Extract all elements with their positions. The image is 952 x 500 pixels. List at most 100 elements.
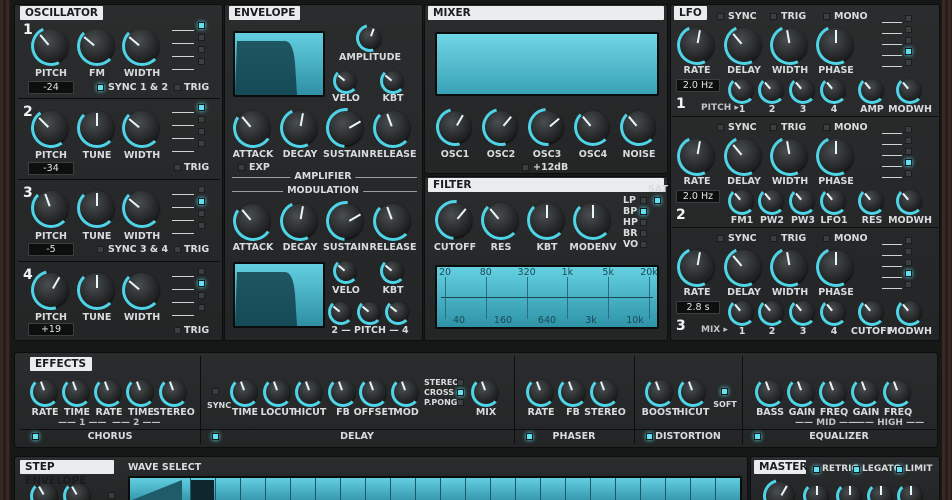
lfo-random-icon[interactable] — [882, 58, 902, 67]
mod-envelope-display[interactable] — [233, 262, 325, 328]
osc2-wave1-led[interactable] — [198, 104, 205, 111]
mod-velo-knob[interactable] — [336, 261, 356, 281]
lfo-rate-knob[interactable] — [680, 28, 714, 62]
limit-led[interactable] — [896, 466, 903, 473]
mod-attack-knob[interactable] — [236, 204, 270, 238]
step-led[interactable] — [108, 492, 115, 499]
delay-mode-led[interactable] — [457, 389, 464, 396]
mixer-osc1-knob[interactable] — [439, 111, 471, 143]
osc3-width-knob[interactable] — [125, 191, 159, 225]
osc2-trig-led[interactable] — [174, 164, 181, 171]
osc3-noise-icon[interactable] — [172, 223, 194, 234]
lfo-sync-led[interactable] — [717, 235, 724, 242]
master-knob-4[interactable] — [870, 485, 892, 500]
osc4-wave2-led[interactable] — [198, 280, 205, 287]
osc4-tune-knob[interactable] — [80, 273, 114, 307]
lfo-random-led[interactable] — [905, 281, 912, 288]
lfo-tri-led[interactable] — [905, 248, 912, 255]
lfo-tri-led[interactable] — [905, 26, 912, 33]
lfo-delay-knob[interactable] — [727, 139, 761, 173]
osc3-wave4-led[interactable] — [198, 222, 205, 229]
lfo-tri-icon[interactable] — [882, 136, 902, 145]
effects-chorus-enable-led[interactable] — [32, 433, 39, 440]
osc2-wave4-led[interactable] — [198, 140, 205, 147]
osc3-tune-knob[interactable] — [80, 191, 114, 225]
osc1-tri-icon[interactable] — [172, 46, 194, 57]
osc1-saw-icon[interactable] — [172, 33, 194, 44]
lfo-route-knob[interactable] — [761, 79, 783, 101]
effects-delay-enable-led[interactable] — [212, 433, 219, 440]
lfo-mono-led[interactable] — [823, 124, 830, 131]
lfo-random-led[interactable] — [905, 170, 912, 177]
master-volume-knob[interactable] — [766, 482, 794, 500]
lfo-route-knob[interactable] — [899, 190, 921, 212]
lfo-phase-knob[interactable] — [819, 250, 853, 284]
osc2-saw-icon[interactable] — [172, 115, 194, 126]
lfo-tri-icon[interactable] — [882, 247, 902, 256]
lfo-trig-led[interactable] — [770, 235, 777, 242]
chorus-rate-knob[interactable] — [33, 380, 57, 404]
lfo-sine-icon[interactable] — [882, 14, 902, 23]
chorus-time-knob[interactable] — [129, 380, 153, 404]
osc3-pitch-knob[interactable] — [34, 191, 68, 225]
delay-mod-knob[interactable] — [394, 380, 418, 404]
lfo-mono-led[interactable] — [823, 13, 830, 20]
filter-modenv-knob[interactable] — [576, 203, 610, 237]
phaser-rate-knob[interactable] — [529, 380, 553, 404]
lfo-route-knob[interactable] — [731, 301, 753, 323]
lfo-route-knob[interactable] — [792, 301, 814, 323]
lfo-square-icon[interactable] — [882, 269, 902, 278]
amp-velo-knob[interactable] — [336, 71, 356, 91]
lfo-random-icon[interactable] — [882, 280, 902, 289]
lfo-phase-knob[interactable] — [819, 139, 853, 173]
lfo-delay-knob[interactable] — [727, 250, 761, 284]
eq-freq-knob[interactable] — [822, 380, 846, 404]
lfo-rate-knob[interactable] — [680, 250, 714, 284]
osc3-trig-led[interactable] — [174, 246, 181, 253]
lfo-mono-led[interactable] — [823, 235, 830, 242]
lfo-tri-led[interactable] — [905, 137, 912, 144]
lfo-tri-icon[interactable] — [882, 25, 902, 34]
osc2-wave2-led[interactable] — [198, 116, 205, 123]
lfo-route-knob[interactable] — [861, 79, 883, 101]
boost-12db-led[interactable] — [522, 164, 529, 171]
master-knob-3[interactable] — [839, 485, 861, 500]
distortion-soft-led[interactable] — [721, 388, 728, 395]
osc3-saw-icon[interactable] — [172, 197, 194, 208]
mod-kbt-knob[interactable] — [383, 261, 403, 281]
lfo-route-knob[interactable] — [761, 301, 783, 323]
lfo-route-knob[interactable] — [823, 301, 845, 323]
lfo-phase-knob[interactable] — [819, 28, 853, 62]
lfo-random-led[interactable] — [905, 59, 912, 66]
eq-gain-knob[interactable] — [854, 380, 878, 404]
lfo-route-knob[interactable] — [792, 79, 814, 101]
eq-gain-knob[interactable] — [790, 380, 814, 404]
osc4-wave1-led[interactable] — [198, 268, 205, 275]
pitch-mod-4-knob[interactable] — [388, 302, 408, 322]
osc4-trig-led[interactable] — [174, 327, 181, 334]
step-knob-1[interactable] — [33, 484, 57, 500]
lfo-saw-led[interactable] — [905, 148, 912, 155]
legato-led[interactable] — [853, 466, 860, 473]
master-knob-2[interactable] — [806, 485, 828, 500]
osc4-wave4-led[interactable] — [198, 304, 205, 311]
osc4-wave3-led[interactable] — [198, 292, 205, 299]
osc1-trig-led[interactable] — [174, 84, 181, 91]
lfo-saw-icon[interactable] — [882, 147, 902, 156]
lfo-route-knob[interactable] — [761, 190, 783, 212]
osc4-tri-icon[interactable] — [172, 292, 194, 303]
lfo-sine-led[interactable] — [905, 126, 912, 133]
lfo-sine-icon[interactable] — [882, 236, 902, 245]
osc1-width-knob[interactable] — [125, 29, 159, 63]
amp-decay-knob[interactable] — [283, 111, 317, 145]
osc2-pitch-knob[interactable] — [34, 111, 68, 145]
delay-offset-knob[interactable] — [362, 380, 386, 404]
amp-attack-knob[interactable] — [236, 111, 270, 145]
filter-bp-led[interactable] — [640, 208, 647, 215]
osc1-noise-icon[interactable] — [172, 59, 194, 70]
mixer-osc3-knob[interactable] — [531, 111, 563, 143]
delay-mode-led[interactable] — [457, 399, 464, 406]
mixer-osc4-knob[interactable] — [577, 111, 609, 143]
lfo-square-icon[interactable] — [882, 47, 902, 56]
amp-kbt-knob[interactable] — [383, 71, 403, 91]
